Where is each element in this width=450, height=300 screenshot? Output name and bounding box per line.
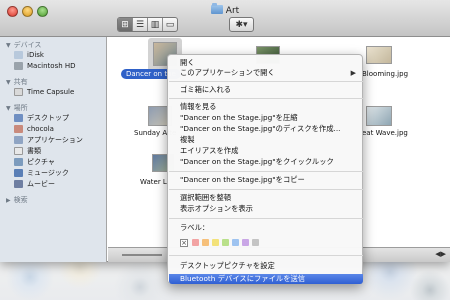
- submenu-arrow-icon: ▶: [350, 69, 356, 77]
- menu-separator: [169, 255, 363, 256]
- sidebar-header-search[interactable]: ▶ 検索: [6, 195, 28, 205]
- sidebar-header-shared[interactable]: ▼ 共有: [6, 77, 28, 87]
- hard-drive-icon: [14, 62, 23, 70]
- menu-label-heading: ラベル：: [180, 223, 210, 232]
- disclosure-triangle-icon: ▼: [6, 104, 11, 112]
- sidebar-item-pictures[interactable]: ピクチャ: [14, 157, 55, 167]
- menu-item-duplicate[interactable]: 複製: [180, 135, 195, 145]
- label-color-row: ×: [180, 238, 262, 247]
- menu-separator: [169, 171, 363, 172]
- file-thumbnail[interactable]: [366, 46, 392, 64]
- label-color-swatch[interactable]: [242, 239, 249, 246]
- menu-item-copy[interactable]: "Dancer on the Stage.jpg"をコピー: [180, 175, 305, 185]
- music-icon: [14, 169, 23, 177]
- label-color-swatch[interactable]: [252, 239, 259, 246]
- scroll-arrows[interactable]: ◀▶: [435, 250, 446, 258]
- menu-item-open-with[interactable]: このアプリケーションで開く: [180, 68, 275, 78]
- icon-size-slider[interactable]: [122, 254, 162, 256]
- coverflow-view-button[interactable]: ▭: [163, 18, 177, 31]
- time-capsule-icon: [14, 88, 23, 96]
- idisk-icon: [14, 51, 23, 59]
- documents-icon: [14, 147, 23, 155]
- list-view-button[interactable]: ☰: [133, 18, 148, 31]
- label-none-button[interactable]: ×: [180, 238, 188, 247]
- sidebar-item-applications[interactable]: アプリケーション: [14, 135, 83, 145]
- sidebar-item-idisk[interactable]: iDisk: [14, 50, 44, 60]
- menu-item-set-desktop-picture[interactable]: デスクトップピクチャを設定: [180, 261, 275, 271]
- column-view-button[interactable]: ▥: [148, 18, 163, 31]
- file-label[interactable]: eat Wave.jpg: [362, 129, 408, 137]
- menu-separator: [169, 81, 363, 82]
- sidebar-header-places[interactable]: ▼ 場所: [6, 103, 28, 113]
- home-icon: [14, 125, 23, 133]
- menu-item-show-view-options[interactable]: 表示オプションを表示: [180, 204, 253, 214]
- menu-item-quick-look[interactable]: "Dancer on the Stage.jpg"をクイックルック: [180, 157, 334, 167]
- menu-item-open[interactable]: 開く: [180, 58, 195, 68]
- file-label[interactable]: Blooming.jpg: [362, 70, 408, 78]
- sidebar-item-time-capsule[interactable]: Time Capsule: [14, 87, 74, 97]
- menu-item-send-bluetooth[interactable]: Bluetooth デバイスにファイルを送信: [169, 274, 363, 284]
- window-title-text: Art: [225, 6, 240, 16]
- label-color-swatch[interactable]: [192, 239, 199, 246]
- title-bar[interactable]: Art ⊞ ☰ ▥ ▭ ✱▾: [0, 0, 450, 37]
- label-color-swatch[interactable]: [212, 239, 219, 246]
- pictures-icon: [14, 158, 23, 166]
- menu-separator: [169, 189, 363, 190]
- menu-separator: [169, 98, 363, 99]
- sidebar-header-devices[interactable]: ▼ デバイス: [6, 40, 41, 50]
- desktop-icon: [14, 114, 23, 122]
- sidebar-item-desktop[interactable]: デスクトップ: [14, 113, 69, 123]
- sidebar-item-music[interactable]: ミュージック: [14, 168, 69, 178]
- view-mode-control: ⊞ ☰ ▥ ▭: [117, 17, 178, 32]
- sidebar-item-macintosh-hd[interactable]: Macintosh HD: [14, 61, 76, 71]
- file-thumbnail[interactable]: [366, 106, 392, 126]
- context-menu: 開く このアプリケーションで開く ▶ ゴミ箱に入れる 情報を見る "Dancer…: [167, 54, 363, 284]
- gear-icon: ✱▾: [235, 19, 248, 30]
- sidebar: ▼ デバイス iDisk Macintosh HD ▼ 共有 Time Capsul…: [0, 37, 107, 262]
- disclosure-triangle-icon: ▶: [6, 196, 11, 204]
- applications-icon: [14, 136, 23, 144]
- menu-item-burn[interactable]: "Dancer on the Stage.jpg"のディスクを作成...: [180, 124, 340, 134]
- file-label[interactable]: Water Li: [140, 178, 169, 186]
- movies-icon: [14, 180, 23, 188]
- icon-view-button[interactable]: ⊞: [118, 18, 133, 31]
- disclosure-triangle-icon: ▼: [6, 41, 11, 49]
- sidebar-item-home[interactable]: chocola: [14, 124, 54, 134]
- menu-item-clean-up-selection[interactable]: 選択範囲を整頓: [180, 193, 231, 203]
- menu-item-get-info[interactable]: 情報を見る: [180, 102, 216, 112]
- menu-separator: [169, 218, 363, 219]
- menu-item-move-to-trash[interactable]: ゴミ箱に入れる: [180, 85, 231, 95]
- folder-icon: [210, 3, 223, 14]
- action-gear-button[interactable]: ✱▾: [229, 17, 254, 32]
- menu-item-make-alias[interactable]: エイリアスを作成: [180, 146, 238, 156]
- menu-item-compress[interactable]: "Dancer on the Stage.jpg"を圧縮: [180, 113, 298, 123]
- label-color-swatch[interactable]: [202, 239, 209, 246]
- sidebar-item-documents[interactable]: 書類: [14, 146, 41, 156]
- label-color-swatch[interactable]: [232, 239, 239, 246]
- sidebar-item-movies[interactable]: ムービー: [14, 179, 55, 189]
- window-title: Art: [0, 3, 450, 16]
- label-color-swatch[interactable]: [222, 239, 229, 246]
- disclosure-triangle-icon: ▼: [6, 78, 11, 86]
